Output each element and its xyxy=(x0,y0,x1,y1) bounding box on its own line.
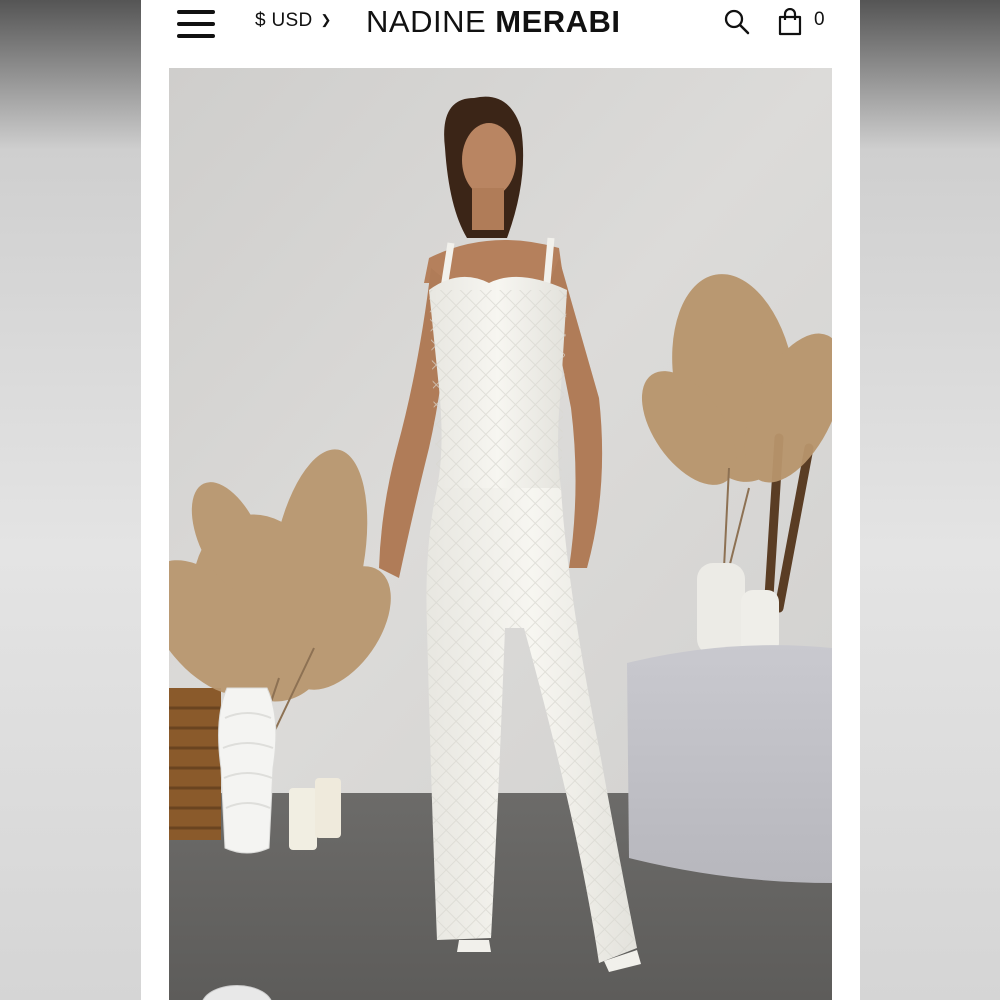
candle-short xyxy=(289,788,317,850)
currency-label: $ USD xyxy=(255,10,313,31)
linen-cube xyxy=(627,645,832,883)
brand-logo[interactable]: NADINE MERABI xyxy=(366,4,621,40)
product-image[interactable] xyxy=(169,68,832,1000)
brand-name-first: NADINE xyxy=(366,4,496,39)
currency-selector[interactable]: $ USD ❯ xyxy=(255,10,332,32)
site-header: $ USD ❯ NADINE MERABI 0 xyxy=(141,0,860,62)
vase-right xyxy=(697,563,745,655)
chevron-down-icon: ❯ xyxy=(320,12,332,27)
candle-tall xyxy=(315,778,341,838)
right-blur-margin xyxy=(860,0,1000,1000)
search-icon[interactable] xyxy=(723,8,751,36)
left-blur-margin xyxy=(0,0,141,1000)
brand-name-last: MERABI xyxy=(495,4,621,39)
shopping-bag-icon[interactable] xyxy=(778,7,802,36)
cart-count[interactable]: 0 xyxy=(814,9,825,31)
hamburger-menu-icon[interactable] xyxy=(177,8,217,40)
wicker-basket xyxy=(169,688,221,840)
phone-screen: $ USD ❯ NADINE MERABI 0 xyxy=(141,0,860,1000)
